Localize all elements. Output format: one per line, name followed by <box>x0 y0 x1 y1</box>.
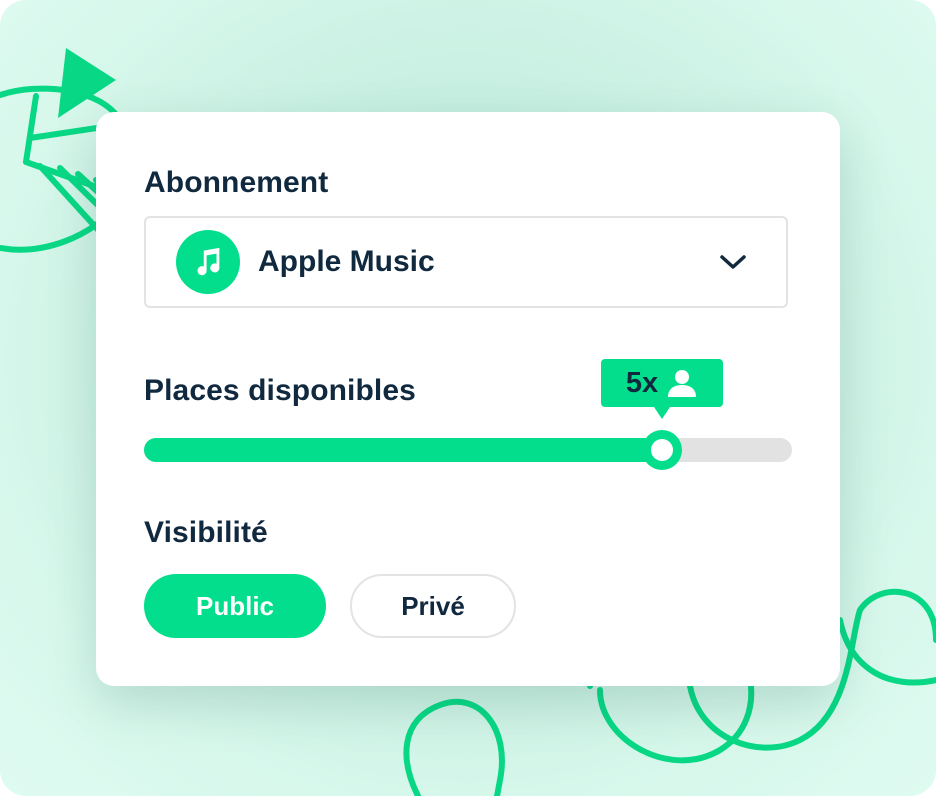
seats-slider-thumb[interactable] <box>642 430 683 470</box>
subscription-dropdown[interactable]: Apple Music <box>144 216 788 308</box>
seats-slider[interactable] <box>144 430 792 470</box>
subscription-settings-card: Abonnement Apple Music Places disponible… <box>96 112 840 686</box>
seats-count-badge: 5x <box>601 359 723 419</box>
seats-count-text: 5x <box>625 366 659 399</box>
seats-slider-fill <box>144 438 663 462</box>
subscription-selected-value: Apple Music <box>258 245 435 278</box>
subscription-label: Abonnement <box>144 166 329 199</box>
visibility-label: Visibilité <box>144 516 268 549</box>
chevron-down-icon <box>720 255 746 269</box>
visibility-public-button[interactable]: Public <box>144 574 326 638</box>
seats-label: Places disponibles <box>144 374 416 407</box>
music-note-icon <box>176 230 240 294</box>
visibility-private-button[interactable]: Privé <box>350 574 516 638</box>
person-icon <box>668 370 697 397</box>
